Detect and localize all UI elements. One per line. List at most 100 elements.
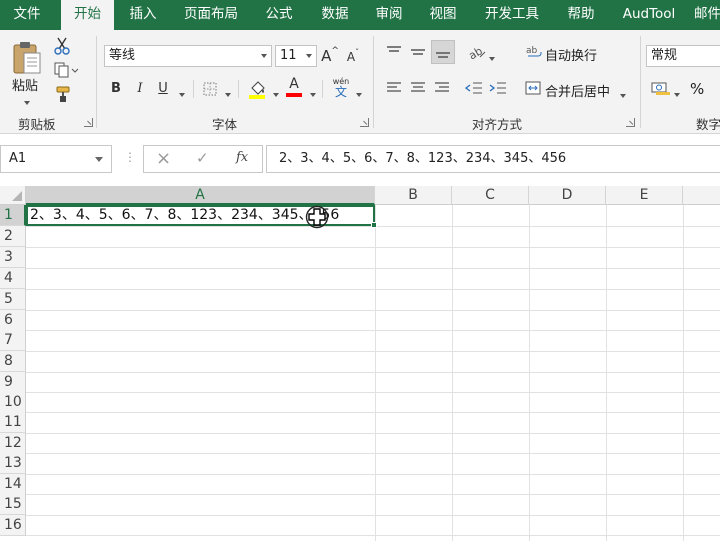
align-left-icon[interactable] bbox=[384, 78, 404, 98]
tab-home[interactable]: 开始 bbox=[61, 0, 114, 31]
orientation-icon[interactable]: ab bbox=[466, 42, 488, 62]
column-header-e[interactable]: E bbox=[606, 186, 683, 205]
row-header-3[interactable]: 3 bbox=[0, 247, 26, 268]
paste-dropdown-icon[interactable] bbox=[24, 94, 30, 109]
tab-review[interactable]: 审阅 bbox=[364, 0, 414, 30]
gridline bbox=[26, 515, 720, 516]
merge-center-dropdown-icon[interactable] bbox=[620, 87, 626, 102]
font-color-button[interactable]: A bbox=[284, 77, 304, 97]
accounting-dropdown-icon[interactable] bbox=[674, 86, 680, 101]
number-group-label: 数字 bbox=[696, 117, 720, 132]
number-format-value: 常规 bbox=[651, 48, 678, 63]
borders-icon[interactable] bbox=[200, 79, 220, 99]
wrap-text-button[interactable]: 自动换行 bbox=[545, 45, 597, 64]
copy-icon[interactable] bbox=[52, 60, 80, 80]
ribbon-tab-bar: 文件 开始 插入 页面布局 公式 数据 审阅 视图 开发工具 帮助 AudToo… bbox=[0, 0, 720, 31]
font-size-combo[interactable]: 11 bbox=[275, 45, 317, 67]
tab-developer[interactable]: 开发工具 bbox=[476, 0, 548, 30]
tab-page-layout[interactable]: 页面布局 bbox=[176, 0, 246, 30]
enter-icon[interactable]: ✓ bbox=[196, 149, 209, 167]
column-header-f[interactable] bbox=[683, 186, 720, 205]
column-header-a[interactable]: A bbox=[26, 186, 375, 205]
row-header-7[interactable]: 7 bbox=[0, 330, 26, 351]
separator bbox=[193, 80, 194, 98]
row-header-15[interactable]: 15 bbox=[0, 494, 26, 515]
column-header-c[interactable]: C bbox=[452, 186, 529, 205]
cursor-icon bbox=[305, 205, 329, 229]
row-header-5[interactable]: 5 bbox=[0, 289, 26, 310]
formula-bar-resize-handle[interactable]: ⋮ bbox=[124, 150, 136, 164]
increase-font-size-button[interactable]: A ^ bbox=[321, 44, 339, 68]
gridline bbox=[26, 372, 720, 373]
cut-icon[interactable] bbox=[52, 36, 72, 56]
decrease-indent-icon[interactable] bbox=[464, 78, 484, 98]
decrease-font-size-button[interactable]: Aˇ bbox=[345, 46, 361, 68]
font-name-combo[interactable]: 等线 bbox=[104, 45, 272, 67]
tab-mailings[interactable]: 邮件 bbox=[694, 0, 720, 30]
tab-data[interactable]: 数据 bbox=[310, 0, 360, 30]
separator bbox=[96, 36, 97, 128]
tab-view[interactable]: 视图 bbox=[418, 0, 468, 30]
merge-center-icon[interactable] bbox=[523, 78, 543, 98]
tab-formulas[interactable]: 公式 bbox=[254, 0, 304, 30]
underline-button[interactable]: U bbox=[155, 78, 171, 98]
row-header-13[interactable]: 13 bbox=[0, 453, 26, 474]
cancel-icon[interactable]: × bbox=[156, 148, 171, 169]
formula-input[interactable]: 2、3、4、5、6、7、8、123、234、345、456 bbox=[266, 145, 720, 173]
orientation-dropdown-icon[interactable] bbox=[489, 50, 495, 65]
row-header-11[interactable]: 11 bbox=[0, 412, 26, 433]
select-all-button[interactable] bbox=[0, 186, 26, 205]
column-header-d[interactable]: D bbox=[529, 186, 606, 205]
alignment-launcher-icon[interactable] bbox=[626, 118, 635, 127]
row-header-14[interactable]: 14 bbox=[0, 474, 26, 495]
underline-dropdown-icon[interactable] bbox=[179, 86, 185, 101]
tab-insert[interactable]: 插入 bbox=[118, 0, 168, 30]
paste-icon[interactable] bbox=[8, 38, 46, 78]
percent-style-button[interactable]: % bbox=[690, 80, 704, 98]
gridline bbox=[26, 330, 720, 331]
tab-audtool[interactable]: AudTool bbox=[612, 0, 686, 30]
fill-handle[interactable] bbox=[371, 222, 377, 228]
font-color-dropdown-icon[interactable] bbox=[310, 86, 316, 101]
gridline bbox=[26, 494, 720, 495]
row-header-12[interactable]: 12 bbox=[0, 433, 26, 454]
accounting-format-icon[interactable] bbox=[650, 78, 672, 98]
bottom-align-icon[interactable] bbox=[431, 40, 455, 64]
align-right-icon[interactable] bbox=[432, 78, 452, 98]
separator bbox=[238, 80, 239, 98]
tab-help[interactable]: 帮助 bbox=[556, 0, 606, 30]
row-header-1[interactable]: 1 bbox=[0, 205, 26, 226]
row-header-9[interactable]: 9 bbox=[0, 372, 26, 393]
merge-center-button[interactable]: 合并后居中 bbox=[545, 81, 610, 100]
font-color-swatch bbox=[286, 93, 302, 97]
row-header-2[interactable]: 2 bbox=[0, 226, 26, 247]
phonetic-guide-button[interactable]: wén 文 bbox=[330, 76, 352, 100]
row-header-4[interactable]: 4 bbox=[0, 268, 26, 289]
bold-button[interactable]: B bbox=[106, 78, 126, 98]
fill-color-icon[interactable] bbox=[246, 78, 268, 100]
row-header-6[interactable]: 6 bbox=[0, 310, 26, 331]
paste-button[interactable]: 粘贴 bbox=[12, 75, 38, 94]
format-painter-icon[interactable] bbox=[52, 84, 74, 104]
font-launcher-icon[interactable] bbox=[360, 118, 369, 127]
row-header-10[interactable]: 10 bbox=[0, 392, 26, 413]
clipboard-launcher-icon[interactable] bbox=[84, 118, 93, 127]
wrap-text-icon[interactable]: ab bbox=[524, 42, 544, 62]
number-format-combo[interactable]: 常规 bbox=[646, 45, 720, 67]
middle-align-icon[interactable] bbox=[408, 42, 428, 62]
phonetic-dropdown-icon[interactable] bbox=[356, 86, 362, 101]
row-header-8[interactable]: 8 bbox=[0, 351, 26, 372]
tab-file[interactable]: 文件 bbox=[0, 0, 54, 30]
fill-color-dropdown-icon[interactable] bbox=[273, 86, 279, 101]
insert-function-icon[interactable]: fx bbox=[236, 150, 248, 165]
font-group-label: 字体 bbox=[212, 117, 238, 132]
name-box[interactable]: A1 bbox=[0, 145, 112, 173]
increase-indent-icon[interactable] bbox=[488, 78, 508, 98]
top-align-icon[interactable] bbox=[384, 42, 404, 62]
column-header-b[interactable]: B bbox=[375, 186, 452, 205]
row-header-16[interactable]: 16 bbox=[0, 515, 26, 536]
italic-button[interactable]: I bbox=[132, 78, 148, 98]
svg-text:ab: ab bbox=[526, 46, 538, 56]
borders-dropdown-icon[interactable] bbox=[225, 86, 231, 101]
align-center-icon[interactable] bbox=[408, 78, 428, 98]
